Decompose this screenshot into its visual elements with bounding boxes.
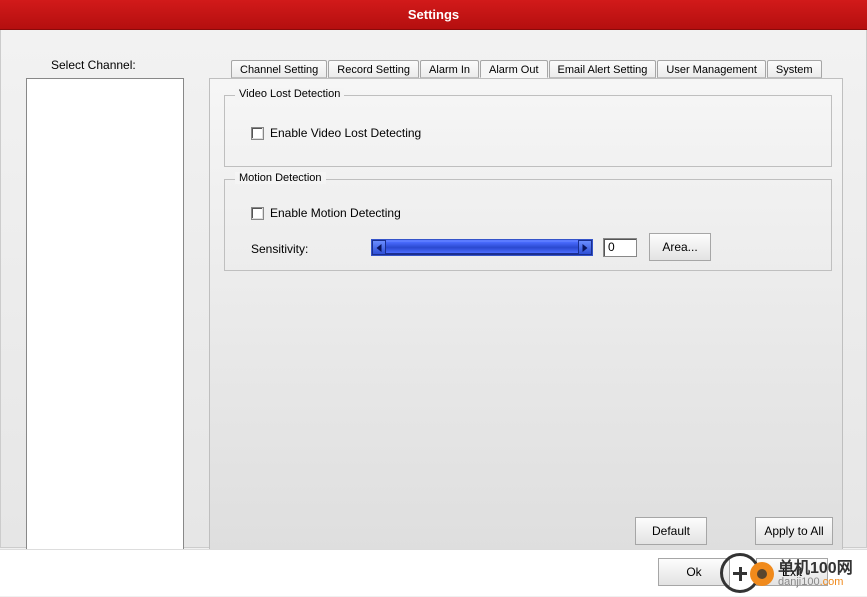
chevron-right-icon xyxy=(583,244,588,252)
footer-bar: Ok Exit 单机100网 danji100.com xyxy=(0,549,867,596)
sensitivity-label: Sensitivity: xyxy=(251,242,308,256)
tab-alarm-out[interactable]: Alarm Out xyxy=(480,60,548,78)
window-title: Settings xyxy=(408,7,459,22)
enable-video-lost-checkbox[interactable] xyxy=(251,127,264,140)
enable-motion-checkbox[interactable] xyxy=(251,207,264,220)
sensitivity-value-input[interactable]: 0 xyxy=(603,238,637,257)
video-lost-group: Video Lost Detection Enable Video Lost D… xyxy=(224,95,832,167)
tab-user-management[interactable]: User Management xyxy=(657,60,766,78)
enable-motion-row[interactable]: Enable Motion Detecting xyxy=(251,206,401,220)
channel-listbox[interactable] xyxy=(26,78,184,556)
tab-channel-setting[interactable]: Channel Setting xyxy=(231,60,327,78)
tab-email-alert[interactable]: Email Alert Setting xyxy=(549,60,657,78)
sensitivity-slider[interactable] xyxy=(371,239,593,256)
tab-system[interactable]: System xyxy=(767,60,822,78)
tab-panel: Video Lost Detection Enable Video Lost D… xyxy=(209,78,843,556)
ok-button[interactable]: Ok xyxy=(658,558,730,586)
motion-detection-legend: Motion Detection xyxy=(235,172,326,184)
enable-video-lost-label: Enable Video Lost Detecting xyxy=(270,126,421,140)
video-lost-legend: Video Lost Detection xyxy=(235,88,344,100)
exit-button[interactable]: Exit xyxy=(756,558,828,586)
enable-motion-label: Enable Motion Detecting xyxy=(270,206,401,220)
tab-strip: Channel Setting Record Setting Alarm In … xyxy=(231,60,823,80)
select-channel-label: Select Channel: xyxy=(51,58,136,72)
chevron-left-icon xyxy=(377,244,382,252)
motion-detection-group: Motion Detection Enable Motion Detecting… xyxy=(224,179,832,271)
area-button[interactable]: Area... xyxy=(649,233,711,261)
slider-increase-button[interactable] xyxy=(578,240,592,255)
tab-record-setting[interactable]: Record Setting xyxy=(328,60,419,78)
tab-alarm-in[interactable]: Alarm In xyxy=(420,60,479,78)
slider-decrease-button[interactable] xyxy=(372,240,386,255)
title-bar: Settings xyxy=(0,0,867,30)
content-area: Select Channel: Channel Setting Record S… xyxy=(0,30,867,548)
default-button[interactable]: Default xyxy=(635,517,707,545)
slider-track[interactable] xyxy=(386,240,578,255)
apply-to-all-button[interactable]: Apply to All xyxy=(755,517,833,545)
enable-video-lost-row[interactable]: Enable Video Lost Detecting xyxy=(251,126,421,140)
